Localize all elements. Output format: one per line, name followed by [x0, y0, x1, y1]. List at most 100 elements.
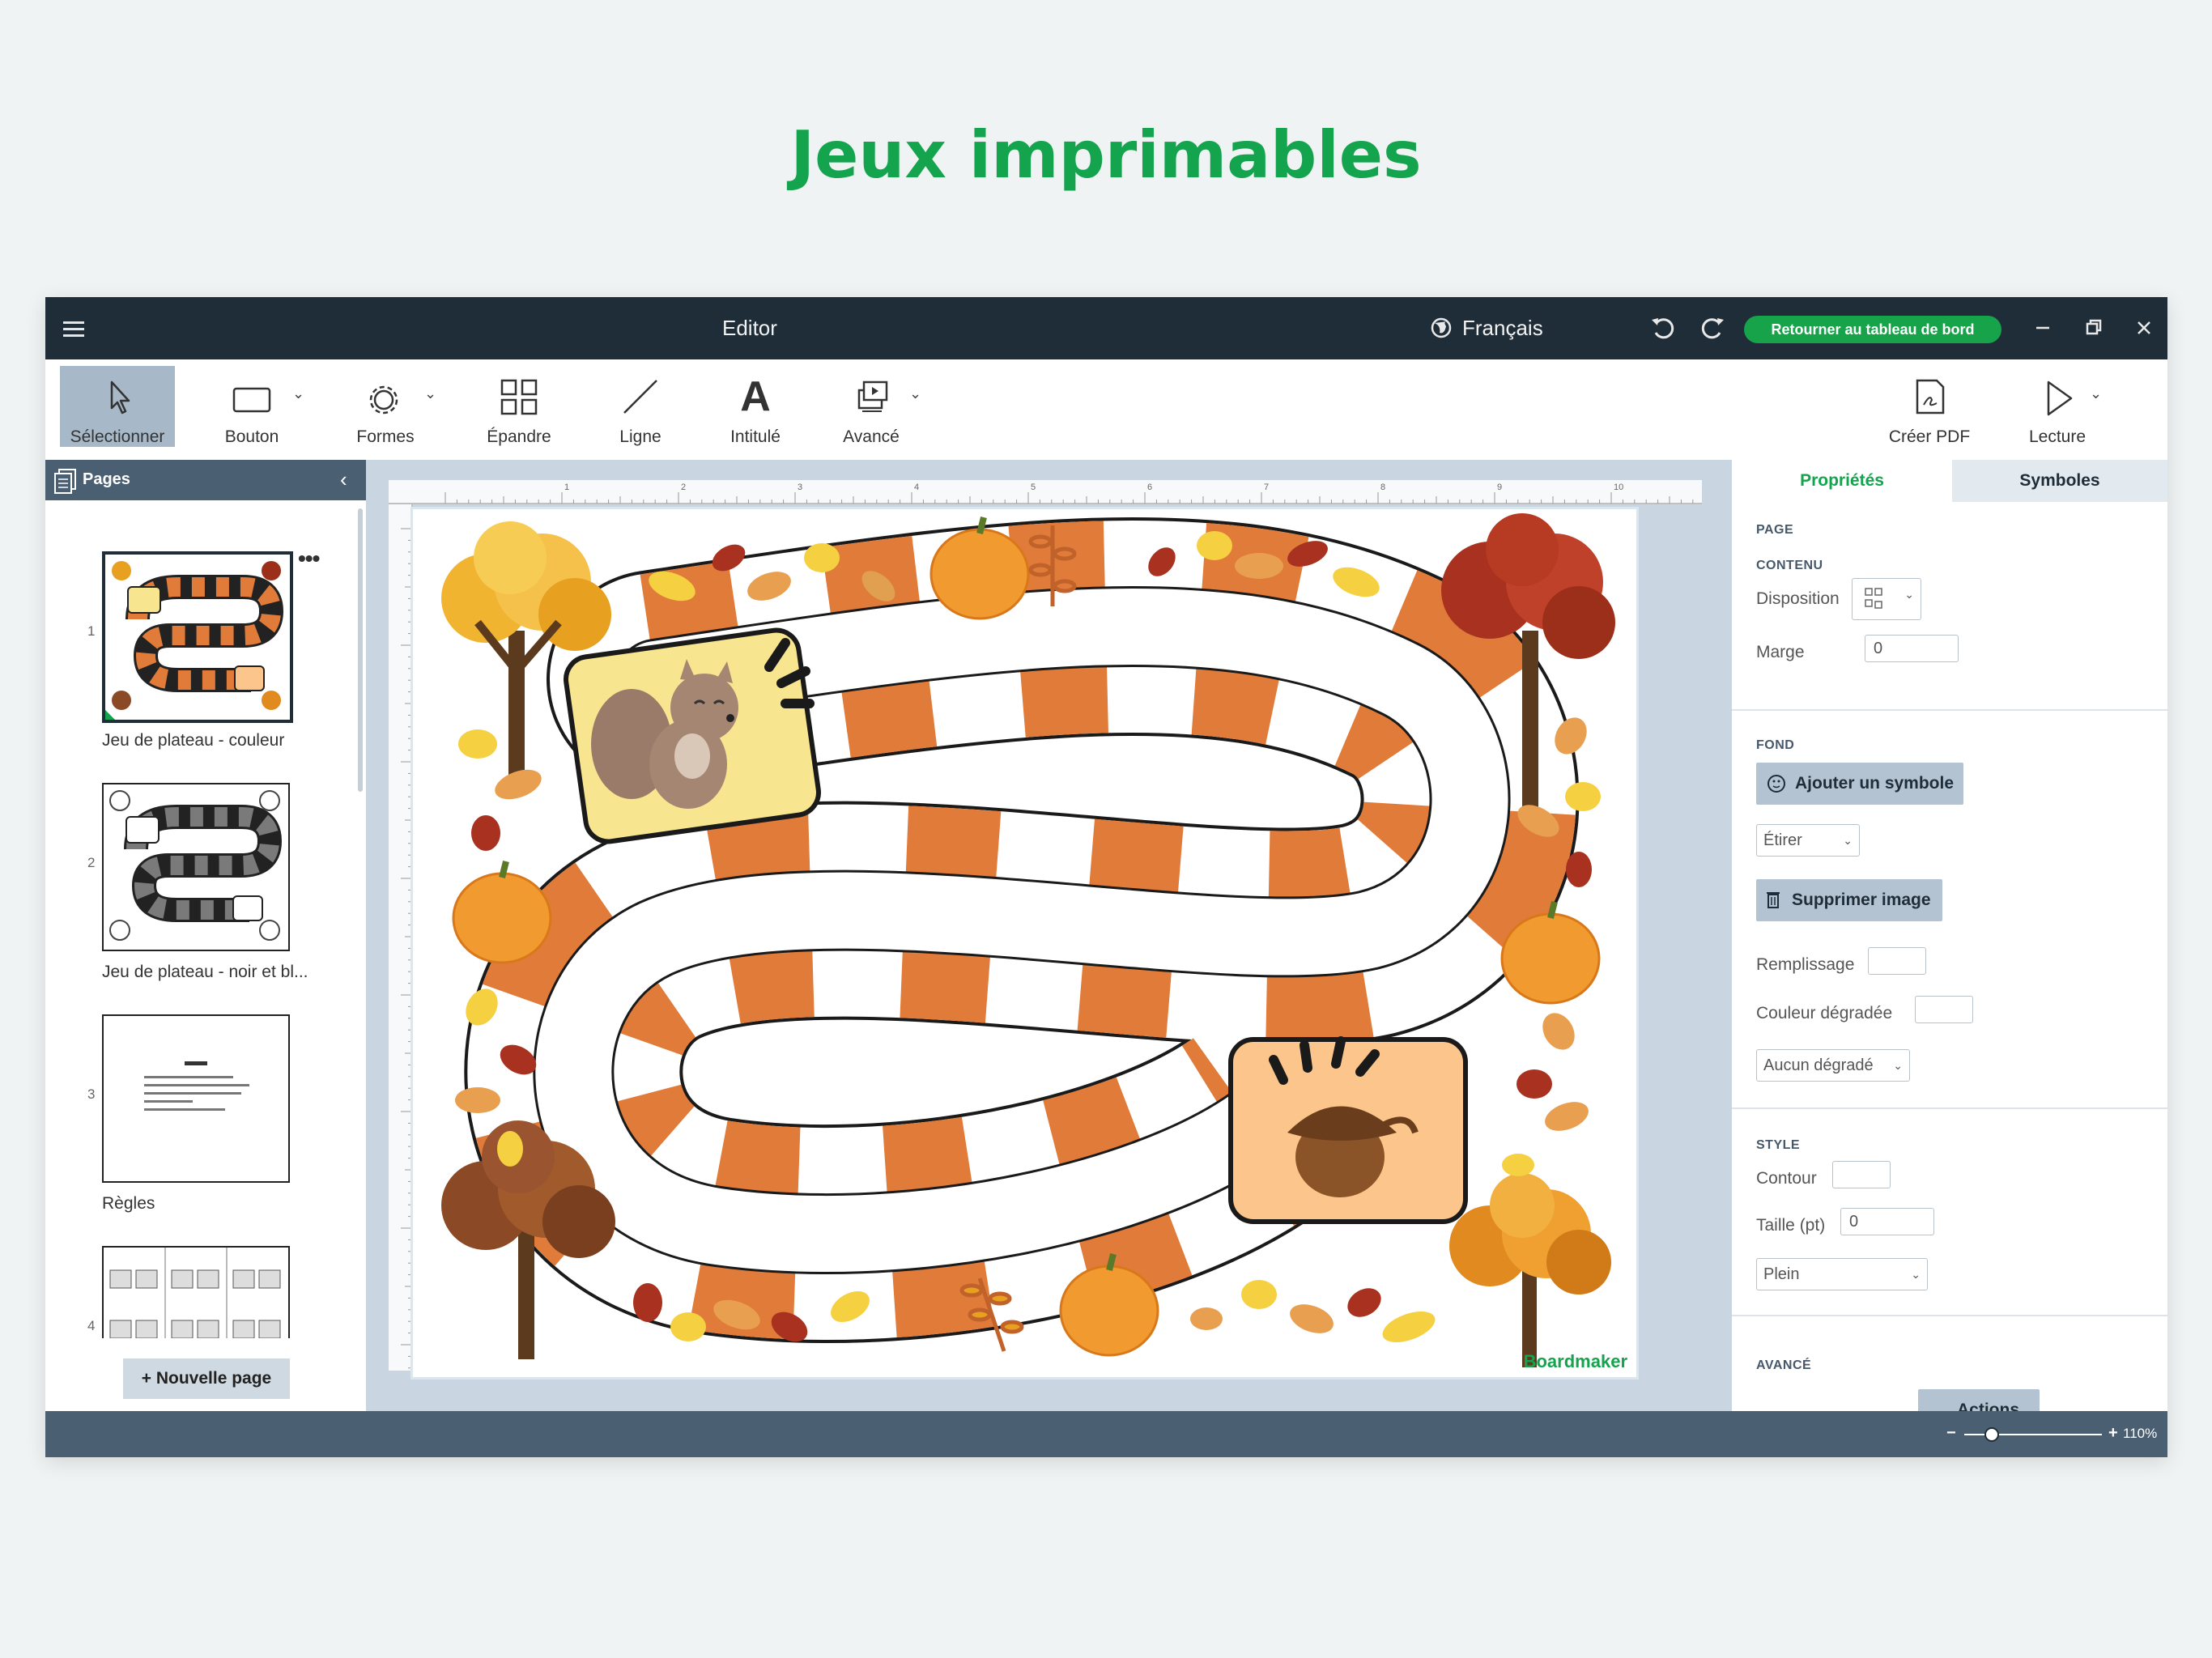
ruler-number: 1 — [564, 483, 569, 492]
page-headline: Jeux imprimables — [790, 117, 1422, 193]
fill-color-swatch[interactable] — [1868, 947, 1926, 975]
undo-icon[interactable] — [1648, 297, 1678, 359]
section-style: STYLE — [1756, 1138, 1801, 1152]
label-tool-button[interactable]: A Intitulé — [715, 366, 796, 447]
advanced-tool-button[interactable]: Avancé — [827, 366, 916, 447]
layout-label: Disposition — [1756, 589, 1840, 608]
language-selector[interactable]: Français — [1462, 297, 1543, 359]
section-content: CONTENU — [1756, 559, 1823, 572]
page-number: 1 — [87, 623, 96, 639]
button-rectangle-icon — [207, 376, 296, 418]
divider — [1732, 1107, 2167, 1109]
zoom-control: − + 110% — [1946, 1424, 2158, 1443]
shapes-dropdown-chevron-icon[interactable]: ⌄ — [424, 385, 436, 402]
page-thumbnail-2[interactable] — [102, 783, 290, 951]
gradient-color-swatch[interactable] — [1915, 996, 1973, 1023]
line-tool-button[interactable]: Ligne — [600, 366, 681, 447]
page-number: 2 — [87, 855, 96, 870]
play-dropdown-chevron-icon[interactable]: ⌄ — [2090, 385, 2102, 402]
zoom-slider-thumb[interactable] — [1984, 1427, 1999, 1442]
start-card-squirrel — [564, 627, 821, 844]
margin-label: Marge — [1756, 643, 1805, 661]
select-tool-button[interactable]: Sélectionner — [60, 366, 175, 447]
ruler-number: 5 — [1031, 483, 1036, 492]
layout-grid-icon — [1859, 588, 1891, 622]
pages-stack-icon — [52, 466, 79, 494]
ruler-number: 9 — [1497, 483, 1502, 492]
text-a-icon: A — [740, 373, 771, 420]
hamburger-menu-icon[interactable] — [63, 297, 87, 359]
back-to-dashboard-button[interactable]: Retourner au tableau de bord — [1744, 316, 2001, 343]
tab-symbols[interactable]: Symboles — [1952, 460, 2167, 502]
actions-button[interactable]: Actions — [1918, 1389, 2040, 1411]
zoom-in-icon[interactable]: + — [2108, 1424, 2118, 1443]
new-page-button[interactable]: + Nouvelle page — [123, 1358, 290, 1399]
redo-icon[interactable] — [1698, 297, 1727, 359]
gradient-color-label: Couleur dégradée — [1756, 1004, 1893, 1022]
chevron-down-icon: ⌄ — [1843, 834, 1853, 847]
ruler-number: 4 — [914, 483, 919, 492]
canvas-area: 1 2 3 4 5 6 7 8 9 10 Boardmaker — [366, 460, 1732, 1411]
main-toolbar: Sélectionner Bouton ⌄ Formes ⌄ Épandre L… — [45, 359, 2167, 461]
game-board-document[interactable]: Boardmaker — [410, 507, 1639, 1380]
zoom-slider-track[interactable] — [1964, 1427, 2102, 1442]
divider — [1732, 1315, 2167, 1316]
shapes-tool-button[interactable]: Formes — [345, 366, 426, 447]
spread-tool-button[interactable]: Épandre — [474, 366, 564, 447]
page-thumbnail-1[interactable] — [102, 551, 293, 723]
shapes-icon — [345, 376, 426, 418]
collapse-panel-chevron-icon[interactable]: ‹ — [340, 467, 347, 492]
page-number: 3 — [87, 1086, 96, 1102]
button-tool-button[interactable]: Bouton — [207, 366, 296, 447]
ruler-number: 8 — [1380, 483, 1385, 492]
line-style-select[interactable]: Plein ⌄ — [1756, 1258, 1928, 1290]
advanced-dropdown-chevron-icon[interactable]: ⌄ — [909, 385, 921, 402]
stretch-select[interactable]: Étirer ⌄ — [1756, 824, 1860, 857]
vertical-ruler — [389, 504, 413, 1371]
button-dropdown-chevron-icon[interactable]: ⌄ — [292, 385, 304, 402]
horizontal-ruler: 1 2 3 4 5 6 7 8 9 10 — [389, 480, 1702, 504]
ruler-number: 3 — [798, 483, 802, 492]
section-page: PAGE — [1756, 523, 1794, 537]
pages-scrollbar[interactable] — [358, 508, 363, 792]
section-advanced: AVANCÉ — [1756, 1358, 1812, 1372]
boardmaker-watermark: Boardmaker — [1524, 1351, 1628, 1371]
window-title: Editor — [722, 316, 777, 340]
size-label: Taille (pt) — [1756, 1216, 1826, 1235]
zoom-out-icon[interactable]: − — [1946, 1424, 1956, 1443]
add-symbol-icon — [1766, 763, 1787, 821]
ruler-number: 7 — [1264, 483, 1269, 492]
section-background: FOND — [1756, 738, 1795, 752]
status-bar: − + 110% — [45, 1411, 2167, 1457]
layout-selector[interactable]: ⌄ — [1852, 578, 1921, 620]
create-pdf-button[interactable]: Créer PDF — [1877, 366, 1982, 447]
outline-color-swatch[interactable] — [1832, 1161, 1891, 1188]
pdf-file-icon — [1877, 376, 1982, 418]
chevron-down-icon: ⌄ — [1893, 1059, 1903, 1072]
page-label: Règles — [102, 1194, 155, 1213]
delete-image-button[interactable]: Supprimer image — [1756, 879, 1942, 921]
tab-properties[interactable]: Propriétés — [1732, 460, 1952, 502]
grid-icon — [474, 376, 564, 418]
end-card-acorn — [1228, 1036, 1468, 1224]
minimize-icon[interactable] — [2027, 297, 2059, 359]
restore-icon[interactable] — [2078, 297, 2110, 359]
pages-panel: Pages ‹ ••• 1 Jeu de plateau - couleur 2 — [45, 460, 366, 1411]
add-symbol-button[interactable]: Ajouter un symbole — [1756, 763, 1963, 805]
trash-icon — [1764, 879, 1782, 937]
title-bar: Editor Français Retourner au tableau de … — [45, 297, 2167, 359]
play-button[interactable]: Lecture — [2013, 366, 2102, 447]
page-number: 4 — [87, 1318, 96, 1333]
size-input[interactable]: 0 — [1840, 1208, 1934, 1235]
gradient-select[interactable]: Aucun dégradé ⌄ — [1756, 1049, 1910, 1082]
page-thumbnail-4[interactable] — [102, 1246, 290, 1338]
page-options-more-icon[interactable]: ••• — [298, 546, 320, 572]
margin-input[interactable]: 0 — [1865, 635, 1959, 662]
zoom-level: 110% — [2123, 1426, 2158, 1441]
chevron-down-icon: ⌄ — [1904, 588, 1914, 601]
page-thumbnail-3[interactable] — [102, 1014, 290, 1183]
cursor-arrow-icon — [60, 376, 175, 418]
close-icon[interactable] — [2128, 297, 2160, 359]
divider — [1732, 709, 2167, 711]
ruler-number: 6 — [1147, 483, 1152, 492]
